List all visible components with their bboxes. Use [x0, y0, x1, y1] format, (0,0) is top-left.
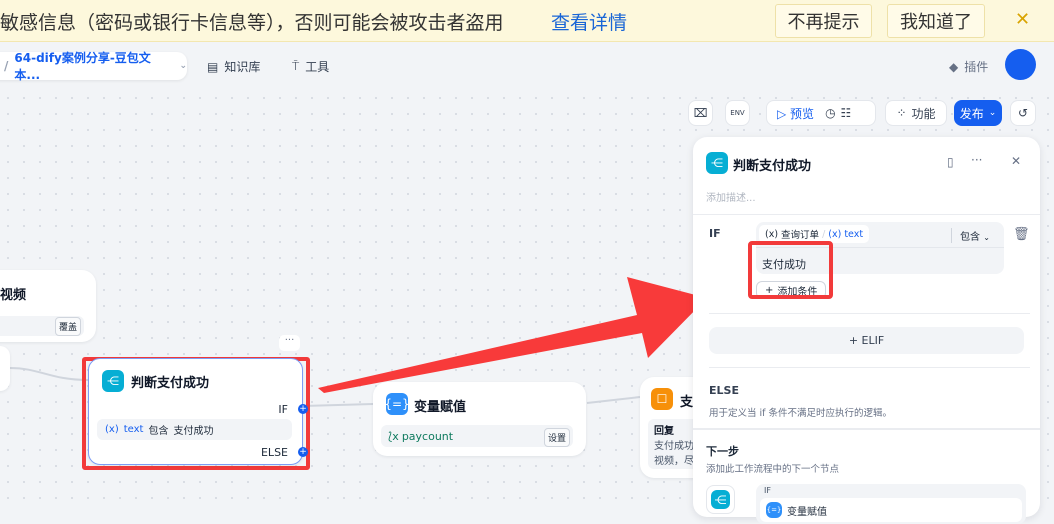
operator-select[interactable]: 包含 ⌄ [951, 228, 990, 243]
var-node: 查询订单 [781, 230, 820, 241]
security-banner: 敏感信息（密码或银行卡信息等），否则可能会被攻击者盗用 查看详情 不再提示 我知… [0, 0, 1054, 42]
variable-icon: (x) [828, 228, 842, 240]
next-node-item[interactable]: {=} 变量赋值 [760, 498, 1022, 522]
details-link[interactable]: 查看详情 [551, 8, 627, 35]
divider [709, 367, 1030, 368]
next-step-title: 下一步 [706, 445, 739, 458]
divider [709, 313, 1030, 314]
arrow-shape [318, 277, 707, 393]
if-label: IF [709, 227, 721, 240]
variable-assign-icon: {=} [766, 502, 782, 518]
banner-message: 敏感信息（密码或银行卡信息等），否则可能会被攻击者盗用 [0, 12, 504, 34]
else-description: 用于定义当 if 条件不满足时应执行的逻辑。 [709, 408, 893, 419]
app-selector[interactable]: /64-dify案例分享-豆包文本... ⌄ [0, 51, 187, 82]
branch-icon: ⋲ [706, 152, 728, 174]
next-node-label: 变量赋值 [787, 506, 827, 518]
version-history-icon[interactable]: ↺ [1010, 100, 1036, 126]
env-icon[interactable]: ENV [725, 100, 750, 126]
close-icon[interactable]: ✕ [1015, 9, 1030, 30]
red-arrow [318, 277, 707, 393]
close-icon[interactable]: ✕ [1011, 154, 1021, 168]
chevron-down-icon: ⌄ [179, 61, 187, 71]
got-it-button[interactable]: 我知道了 [887, 4, 985, 38]
branch-icon: ⋲ [711, 490, 730, 509]
highlight-box [748, 241, 833, 299]
next-branch-box: IF {=} 变量赋值 [756, 484, 1026, 524]
features-label: 功能 [911, 106, 936, 121]
node-config-panel: ⋲ 判断支付成功 ▯ ··· ✕ 添加描述... IF (x) 查询订单 / (x)… [693, 137, 1040, 524]
avatar[interactable] [1005, 49, 1036, 80]
trash-icon[interactable]: 🗑 [1013, 227, 1030, 242]
hammer-icon: ⍑ [292, 59, 300, 73]
top-nav: /64-dify案例分享-豆包文本... ⌄ ▤ 知识库 ⍑ 工具 ◆ 插件 [0, 42, 1054, 90]
nav-tools[interactable]: ⍑ 工具 [292, 58, 329, 75]
publish-button[interactable]: 发布 ⌄ [954, 100, 1002, 126]
divider [693, 214, 1040, 215]
app-name: 64-dify案例分享-豆包文本... [14, 51, 151, 82]
operator-label: 包含 [960, 232, 980, 243]
features-button[interactable]: ⁘ 功能 [885, 100, 947, 126]
nav-tools-label: 工具 [305, 60, 330, 74]
else-title: ELSE [709, 384, 739, 397]
docs-icon[interactable]: ▯ [947, 155, 954, 169]
variable-icon: (x) [765, 228, 779, 240]
current-node-block: ⋲ [706, 485, 735, 514]
cube-icon: ◆ [949, 59, 959, 74]
preview-label: 预览 [790, 106, 815, 121]
chevron-down-icon: ⌄ [983, 233, 990, 242]
nav-knowledge-label: 知识库 [224, 60, 261, 74]
nav-plugins-label: 插件 [964, 60, 989, 74]
history-run-icon[interactable]: ◷ [825, 106, 835, 120]
nav-plugins[interactable]: ◆ 插件 [949, 58, 988, 75]
description-input[interactable]: 添加描述... [706, 189, 756, 204]
add-elif-button[interactable]: + ELIF [709, 327, 1024, 354]
nav-knowledge[interactable]: ▤ 知识库 [207, 58, 260, 75]
var-name: text [844, 228, 864, 240]
dont-show-button[interactable]: 不再提示 [775, 4, 872, 38]
preview-button[interactable]: ▷ 预览 [777, 105, 814, 122]
branch-label: IF [764, 486, 771, 495]
chevron-down-icon: ⌄ [988, 108, 997, 118]
publish-label: 发布 [959, 106, 984, 121]
run-group: ▷ 预览 ◷ ☷ [766, 100, 876, 126]
panel-title[interactable]: 判断支付成功 [733, 155, 811, 174]
next-step-description: 添加此工作流程中的下一个节点 [706, 464, 840, 475]
book-icon: ▤ [207, 59, 219, 74]
divider [693, 428, 1040, 430]
more-icon[interactable]: ··· [971, 153, 982, 167]
checklist-icon[interactable]: ☷ [841, 106, 852, 120]
grid-icon: ⁘ [896, 106, 907, 120]
